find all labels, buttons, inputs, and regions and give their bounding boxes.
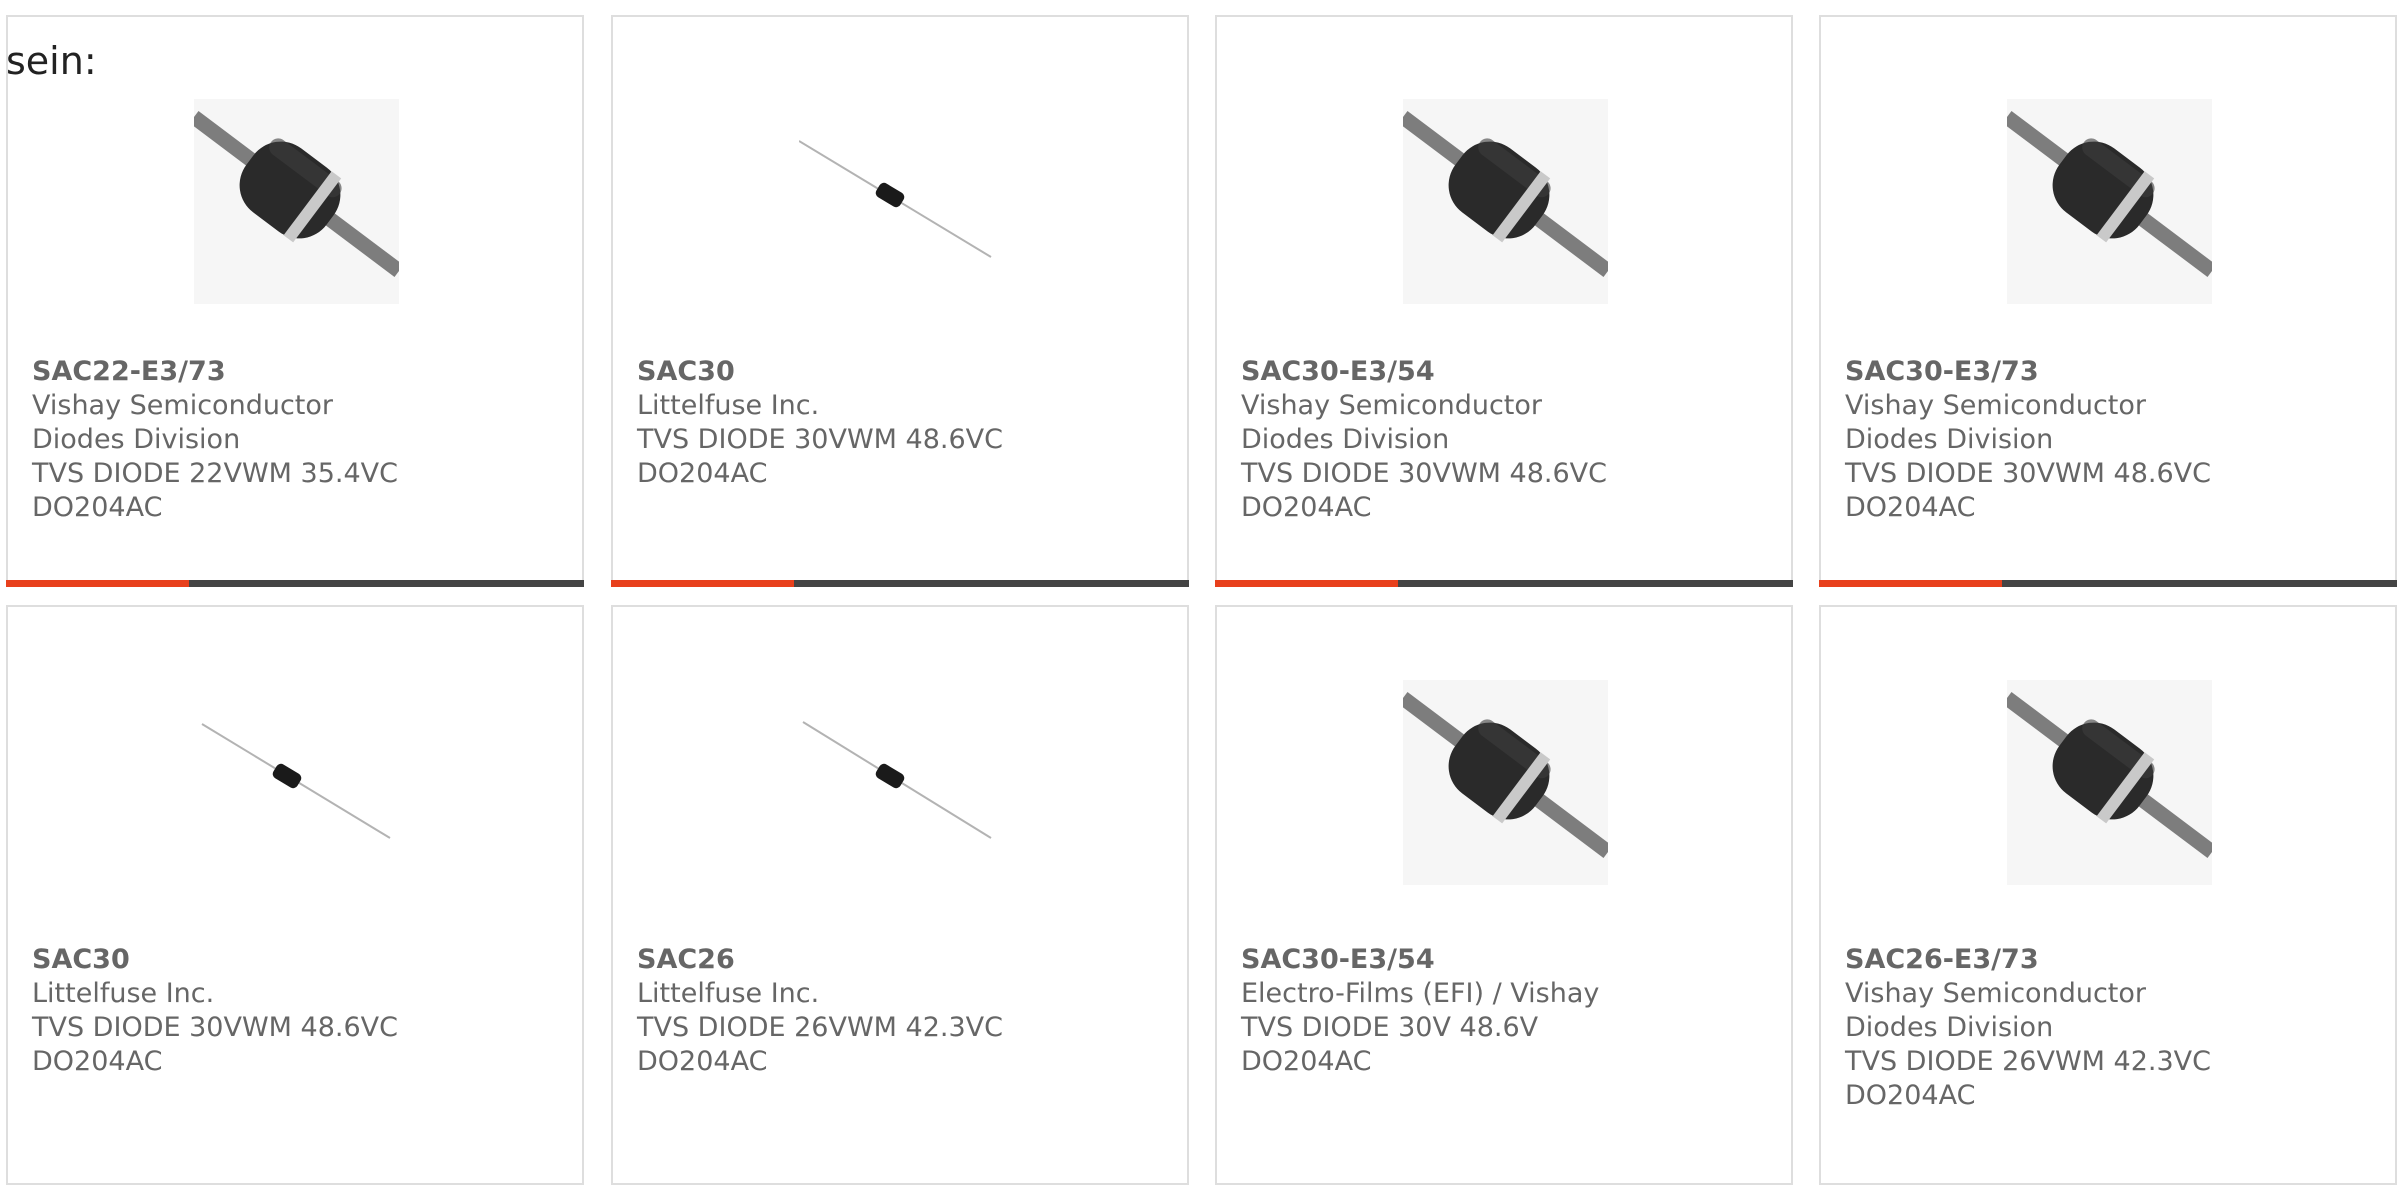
card-progress-accent [611, 580, 794, 587]
description: TVS DIODE 26VWM 42.3VC DO204AC [637, 1012, 1003, 1077]
manufacturer: Vishay Semiconductor Diodes Division [1241, 390, 1542, 455]
part-number[interactable]: SAC30-E3/54 [1241, 943, 1767, 977]
product-card[interactable]: SAC30 Littelfuse Inc. TVS DIODE 30VWM 48… [6, 605, 584, 1185]
diode-large-icon [1403, 680, 1608, 885]
diode-large-icon [1403, 99, 1608, 304]
manufacturer: Littelfuse Inc. [32, 978, 215, 1009]
product-card[interactable]: SAC30-E3/54 Vishay Semiconductor Diodes … [1215, 15, 1793, 587]
product-info: SAC30-E3/73 Vishay Semiconductor Diodes … [1845, 355, 2371, 525]
description: TVS DIODE 30VWM 48.6VC DO204AC [637, 424, 1003, 489]
manufacturer: Vishay Semiconductor Diodes Division [32, 390, 333, 455]
part-number[interactable]: SAC30-E3/73 [1845, 355, 2371, 389]
product-card[interactable]: SAC30-E3/54 Electro-Films (EFI) / Vishay… [1215, 605, 1793, 1185]
card-progress-accent [1215, 580, 1398, 587]
product-info: SAC30 Littelfuse Inc. TVS DIODE 30VWM 48… [32, 943, 558, 1079]
card-progress-bar [1215, 580, 1793, 587]
product-card[interactable]: SAC30 Littelfuse Inc. TVS DIODE 30VWM 48… [611, 15, 1189, 587]
description: TVS DIODE 22VWM 35.4VC DO204AC [32, 458, 398, 523]
product-info: SAC26 Littelfuse Inc. TVS DIODE 26VWM 42… [637, 943, 1163, 1079]
card-progress-bar [6, 580, 584, 587]
part-number[interactable]: SAC26-E3/73 [1845, 943, 2371, 977]
part-number[interactable]: SAC30 [637, 355, 1163, 389]
manufacturer: Vishay Semiconductor Diodes Division [1845, 978, 2146, 1043]
product-info: SAC22-E3/73 Vishay Semiconductor Diodes … [32, 355, 558, 525]
diode-small-icon [194, 680, 399, 885]
intro-text: sein: [6, 39, 97, 83]
product-card[interactable]: SAC26 Littelfuse Inc. TVS DIODE 26VWM 42… [611, 605, 1189, 1185]
diode-large-icon [2007, 680, 2212, 885]
description: TVS DIODE 30VWM 48.6VC DO204AC [1241, 458, 1607, 523]
manufacturer: Vishay Semiconductor Diodes Division [1845, 390, 2146, 455]
diode-small-icon [799, 680, 1004, 885]
card-progress-bar [1819, 580, 2397, 587]
product-info: SAC30-E3/54 Electro-Films (EFI) / Vishay… [1241, 943, 1767, 1079]
card-progress-accent [1819, 580, 2002, 587]
card-progress-bar [611, 580, 1189, 587]
manufacturer: Electro-Films (EFI) / Vishay [1241, 978, 1600, 1009]
product-info: SAC30-E3/54 Vishay Semiconductor Diodes … [1241, 355, 1767, 525]
product-card[interactable]: SAC30-E3/73 Vishay Semiconductor Diodes … [1819, 15, 2397, 587]
product-grid: SAC22-E3/73 Vishay Semiconductor Diodes … [0, 0, 2400, 1185]
manufacturer: Littelfuse Inc. [637, 390, 820, 421]
description: TVS DIODE 30VWM 48.6VC DO204AC [32, 1012, 398, 1077]
diode-small-icon [799, 99, 1004, 304]
diode-large-icon [194, 99, 399, 304]
product-info: SAC30 Littelfuse Inc. TVS DIODE 30VWM 48… [637, 355, 1163, 491]
description: TVS DIODE 26VWM 42.3VC DO204AC [1845, 1046, 2211, 1111]
part-number[interactable]: SAC30 [32, 943, 558, 977]
manufacturer: Littelfuse Inc. [637, 978, 820, 1009]
part-number[interactable]: SAC26 [637, 943, 1163, 977]
product-card[interactable]: SAC26-E3/73 Vishay Semiconductor Diodes … [1819, 605, 2397, 1185]
description: TVS DIODE 30VWM 48.6VC DO204AC [1845, 458, 2211, 523]
card-progress-accent [6, 580, 189, 587]
diode-large-icon [2007, 99, 2212, 304]
description: TVS DIODE 30V 48.6V DO204AC [1241, 1012, 1539, 1077]
product-card[interactable]: SAC22-E3/73 Vishay Semiconductor Diodes … [6, 15, 584, 587]
product-info: SAC26-E3/73 Vishay Semiconductor Diodes … [1845, 943, 2371, 1113]
part-number[interactable]: SAC22-E3/73 [32, 355, 558, 389]
part-number[interactable]: SAC30-E3/54 [1241, 355, 1767, 389]
